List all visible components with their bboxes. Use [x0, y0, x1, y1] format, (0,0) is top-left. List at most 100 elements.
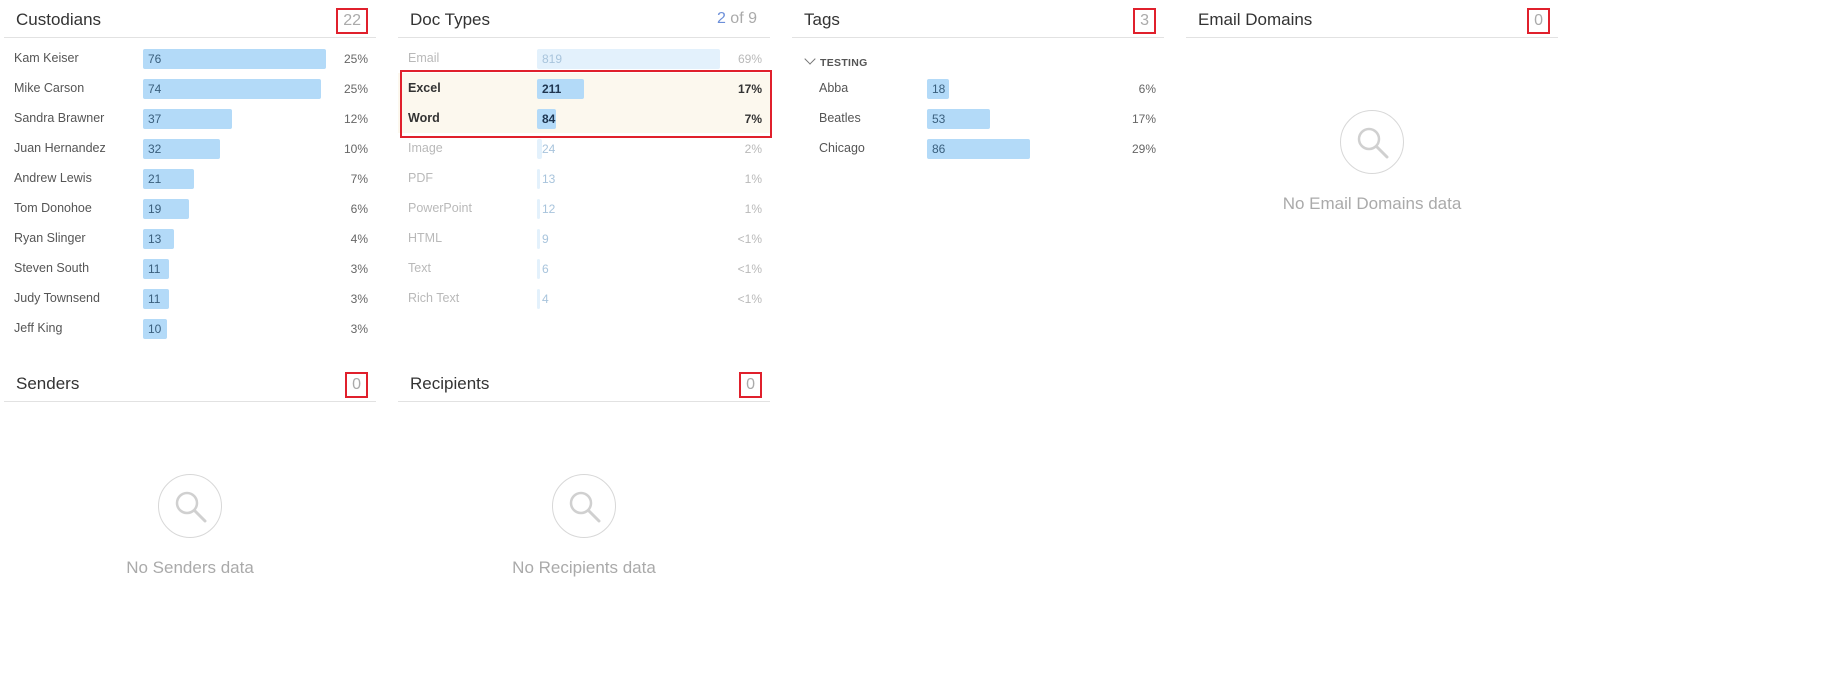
- list-item[interactable]: HTML 9 <1%: [398, 223, 770, 253]
- item-value: 9: [542, 232, 549, 246]
- email-domains-header: Email Domains 0: [1186, 0, 1558, 38]
- recipients-title: Recipients: [410, 374, 490, 393]
- item-bar: 76: [143, 49, 326, 69]
- item-bar: 11: [143, 259, 170, 279]
- item-percent: 17%: [1131, 112, 1156, 126]
- list-item[interactable]: Chicago 86 29%: [792, 133, 1164, 163]
- magnifier-icon: [158, 474, 222, 538]
- custodians-count[interactable]: 22: [336, 8, 368, 34]
- item-percent: 3%: [350, 322, 368, 336]
- email-domains-count[interactable]: 0: [1527, 8, 1550, 34]
- item-value: 13: [148, 232, 162, 246]
- item-percent: 25%: [343, 52, 368, 66]
- doc-types-panel: Doc Types 2 of 9 Email 819 69% Excel 211 17% W…: [398, 0, 772, 350]
- tags-header: Tags 3: [792, 0, 1164, 38]
- item-value: 6: [542, 262, 549, 276]
- list-item[interactable]: Judy Townsend 11 3%: [4, 283, 376, 313]
- item-label: Ryan Slinger: [14, 231, 86, 245]
- item-bar: 24: [537, 139, 555, 159]
- item-bar: 10: [143, 319, 168, 339]
- list-item[interactable]: PDF 13 1%: [398, 163, 770, 193]
- custodians-panel: Custodians 22 Kam Keiser 76 25% Mike Carson…: [4, 0, 376, 350]
- item-label: Kam Keiser: [14, 51, 79, 65]
- item-bar: 53: [927, 109, 991, 129]
- item-label: Juan Hernandez: [14, 141, 106, 155]
- item-label: Abba: [819, 81, 849, 95]
- selection-highlight: [400, 70, 772, 138]
- item-label: PDF: [408, 171, 433, 185]
- list-item[interactable]: Mike Carson 74 25%: [4, 73, 376, 103]
- item-value: 11: [148, 262, 161, 276]
- senders-panel: Senders 0 No Senders data: [4, 364, 376, 677]
- item-label: Image: [408, 141, 443, 155]
- list-item[interactable]: Ryan Slinger 13 4%: [4, 223, 376, 253]
- item-percent: 2%: [744, 142, 762, 156]
- list-item[interactable]: Abba 18 6%: [792, 73, 1164, 103]
- senders-empty-text: No Senders data: [126, 558, 254, 577]
- item-percent: 69%: [737, 52, 762, 66]
- doc-types-of-label: of: [730, 10, 744, 27]
- senders-header: Senders 0: [4, 364, 376, 402]
- item-value: 13: [542, 172, 556, 186]
- item-label: Judy Townsend: [14, 291, 100, 305]
- item-label: Text: [408, 261, 431, 275]
- item-bar: 18: [927, 79, 949, 99]
- item-label: Chicago: [819, 141, 865, 155]
- recipients-count[interactable]: 0: [739, 372, 762, 398]
- tags-count[interactable]: 3: [1133, 8, 1156, 34]
- list-item[interactable]: Juan Hernandez 32 10%: [4, 133, 376, 163]
- email-domains-panel: Email Domains 0 No Email Domains data: [1186, 0, 1558, 350]
- item-bar: 32: [143, 139, 221, 159]
- item-percent: <1%: [737, 292, 762, 306]
- list-item[interactable]: Kam Keiser 76 25%: [4, 43, 376, 73]
- item-label: HTML: [408, 231, 443, 245]
- item-percent: 12%: [343, 112, 368, 126]
- list-item[interactable]: Sandra Brawner 37 12%: [4, 103, 376, 133]
- list-item[interactable]: PowerPoint 12 1%: [398, 193, 770, 223]
- list-item[interactable]: Steven South 11 3%: [4, 253, 376, 283]
- doc-types-count[interactable]: 2 of 9: [712, 8, 762, 30]
- item-bar: 11: [143, 289, 170, 309]
- doc-types-selected-count: 2: [716, 10, 726, 27]
- item-percent: 4%: [350, 232, 368, 246]
- doc-types-total: 9: [748, 10, 757, 27]
- item-bar: 74: [143, 79, 322, 99]
- item-percent: 29%: [1131, 142, 1156, 156]
- item-percent: 25%: [343, 82, 368, 96]
- tag-group-testing[interactable]: TESTING: [804, 53, 868, 69]
- item-bar: 19: [143, 199, 189, 219]
- item-percent: 6%: [350, 202, 368, 216]
- item-bar: 4: [537, 289, 549, 309]
- list-item[interactable]: Beatles 53 17%: [792, 103, 1164, 133]
- item-bar: 86: [927, 139, 1030, 159]
- item-percent: 7%: [350, 172, 368, 186]
- item-value: 18: [932, 82, 946, 96]
- item-bar: 6: [537, 259, 549, 279]
- item-label: Tom Donohoe: [14, 201, 92, 215]
- item-percent: 3%: [350, 262, 368, 276]
- item-value: 24: [542, 142, 556, 156]
- item-value: 37: [148, 112, 162, 126]
- item-value: 19: [148, 202, 162, 216]
- item-value: 86: [932, 142, 946, 156]
- email-domains-title: Email Domains: [1198, 10, 1313, 29]
- list-item[interactable]: Rich Text 4 <1%: [398, 283, 770, 313]
- item-bar: 9: [537, 229, 549, 249]
- item-label: Steven South: [14, 261, 90, 275]
- item-label: PowerPoint: [408, 201, 472, 215]
- list-item[interactable]: Andrew Lewis 21 7%: [4, 163, 376, 193]
- chevron-down-icon[interactable]: [804, 53, 816, 65]
- list-item[interactable]: Email 819 69%: [398, 43, 770, 73]
- doc-types-header: Doc Types 2 of 9: [398, 0, 770, 38]
- item-value: 819: [542, 52, 563, 66]
- list-item[interactable]: Text 6 <1%: [398, 253, 770, 283]
- list-item[interactable]: Jeff King 10 3%: [4, 313, 376, 343]
- list-item[interactable]: Tom Donohoe 19 6%: [4, 193, 376, 223]
- item-percent: 3%: [350, 292, 368, 306]
- item-bar: 819: [537, 49, 720, 69]
- tag-group-label: TESTING: [820, 57, 868, 69]
- senders-count[interactable]: 0: [345, 372, 368, 398]
- recipients-header: Recipients 0: [398, 364, 770, 402]
- recipients-empty-text: No Recipients data: [512, 558, 656, 577]
- item-label: Andrew Lewis: [14, 171, 92, 185]
